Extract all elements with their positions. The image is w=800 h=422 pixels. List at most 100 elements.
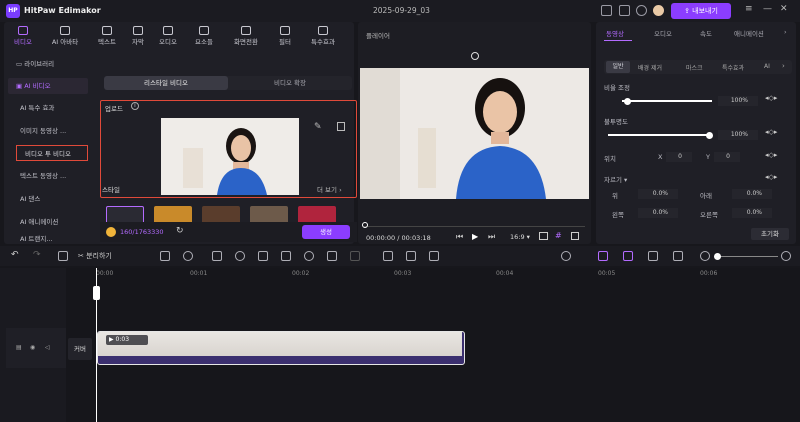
crop-bottom-value[interactable]: 0.0% — [732, 189, 772, 199]
tab-video-props[interactable]: 동영상 — [606, 28, 624, 38]
tab-audio[interactable]: 오디오 — [149, 24, 187, 48]
refresh-icon[interactable]: ↻ — [176, 226, 184, 236]
keyframe-icon[interactable]: ◂◇▸ — [765, 94, 777, 102]
sidebar-item-ai-effects[interactable]: AI 특수 효과 — [12, 100, 92, 116]
tab-audio-props[interactable]: 오디오 — [654, 28, 672, 38]
next-frame-icon[interactable]: ⏭ — [488, 232, 495, 242]
sidebar-item-library[interactable]: ▭ 라이브러리 — [8, 56, 88, 72]
fit-icon[interactable] — [673, 251, 683, 261]
generate-button[interactable]: 생성 — [302, 225, 350, 239]
freeze-icon[interactable] — [281, 251, 291, 261]
tab-video-expand[interactable]: 비디오 확장 — [228, 76, 352, 90]
menu-icon[interactable]: ≡ — [745, 4, 753, 14]
delete-icon[interactable] — [337, 122, 345, 131]
sidebar-item-ai-dance[interactable]: AI 댄스 — [12, 191, 92, 207]
subtab-general[interactable]: 일반 — [606, 61, 630, 73]
crop-right-value[interactable]: 0.0% — [732, 208, 772, 218]
sidebar-item-video-to-video[interactable]: 비디오 투 비디오 — [16, 145, 88, 161]
sidebar-item-ai-transition[interactable]: AI 트랜지... — [12, 234, 92, 244]
zoom-in-icon[interactable] — [781, 251, 791, 261]
tab-effects[interactable]: 특수효과 — [304, 24, 342, 48]
grid-icon[interactable]: # — [555, 231, 562, 240]
sidebar-item-text-to-video[interactable]: 텍스트 동영상 ... — [12, 168, 92, 184]
track-visibility-icon[interactable]: ▤ — [16, 344, 22, 351]
split-button[interactable]: ✂ 분리하기 — [78, 251, 112, 261]
feedback-icon[interactable] — [601, 5, 612, 16]
sidebar-item-ai-animation[interactable]: AI 애니메이션 — [12, 214, 92, 230]
video-preview[interactable] — [360, 68, 589, 199]
play-icon[interactable]: ▶ — [472, 232, 478, 241]
see-more-link[interactable]: 더 보기 › — [317, 184, 342, 194]
opacity-slider[interactable] — [608, 131, 713, 139]
fullscreen-icon[interactable] — [571, 232, 579, 240]
mic-icon[interactable] — [561, 251, 571, 261]
close-icon[interactable]: ✕ — [780, 4, 788, 14]
undo-icon[interactable]: ↶ — [11, 250, 19, 260]
subtab-mask[interactable]: 마스크 — [686, 63, 703, 72]
video-clip[interactable]: ▶ 0:03 — [97, 331, 465, 365]
download-icon[interactable] — [636, 5, 647, 16]
progress-knob[interactable] — [362, 222, 368, 228]
info-icon[interactable]: i — [131, 102, 139, 110]
chevron-right-icon[interactable]: › — [782, 62, 785, 70]
export-button[interactable]: ⇪ 내보내기 — [671, 3, 731, 19]
tab-filter[interactable]: 필터 — [266, 24, 304, 48]
tab-transitions[interactable]: 화면전환 — [224, 24, 268, 48]
record-icon[interactable] — [383, 251, 393, 261]
scale-slider-knob[interactable] — [624, 97, 631, 105]
crop-icon[interactable] — [258, 251, 268, 261]
screenshot-icon[interactable] — [406, 251, 416, 261]
rotate-icon[interactable] — [471, 52, 479, 60]
prev-frame-icon[interactable]: ⏮ — [456, 232, 463, 242]
zoom-slider-knob[interactable] — [714, 253, 721, 260]
snapshot-icon[interactable] — [539, 232, 548, 240]
crop-top-value[interactable]: 0.0% — [638, 189, 678, 199]
redo-icon[interactable]: ↷ — [33, 250, 41, 260]
progress-track[interactable] — [364, 226, 585, 227]
tab-video[interactable]: 비디오 — [4, 24, 42, 48]
keyframe-icon[interactable]: ◂◇▸ — [765, 128, 777, 136]
avatar[interactable] — [653, 5, 664, 16]
opacity-slider-knob[interactable] — [706, 131, 713, 139]
speed-icon[interactable] — [235, 251, 245, 261]
transform-icon[interactable] — [350, 251, 360, 261]
reverse-icon[interactable] — [304, 251, 314, 261]
tab-animation[interactable]: 애니메이션 — [734, 28, 764, 38]
tab-restyle-video[interactable]: 리스타일 비디오 — [104, 76, 228, 90]
timeline-ruler[interactable]: 00:00 00:01 00:02 00:03 00:04 00:05 00:0… — [96, 268, 800, 282]
scale-slider[interactable] — [622, 97, 712, 105]
zoom-slider[interactable] — [714, 256, 778, 257]
edit-icon[interactable]: ✎ — [314, 122, 322, 132]
opacity-value[interactable]: 100% — [718, 130, 758, 140]
sidebar-item-ai-video[interactable]: ▣ AI 비디오 — [8, 78, 88, 94]
magnet-icon[interactable] — [623, 251, 633, 261]
subtab-bg-remove[interactable]: 배경 제거 — [638, 63, 662, 72]
zoom-out-icon[interactable] — [700, 251, 710, 261]
cover-button[interactable]: 커버 — [68, 338, 92, 360]
marker-icon[interactable] — [160, 251, 170, 261]
snap-icon[interactable] — [648, 251, 658, 261]
keyframe-icon[interactable]: ◂◇▸ — [765, 173, 777, 181]
delete-icon[interactable] — [58, 251, 68, 261]
aspect-ratio-select[interactable]: 16:9 ▾ — [510, 233, 530, 241]
chevron-right-icon[interactable]: › — [784, 28, 787, 36]
scale-value[interactable]: 100% — [718, 96, 758, 106]
mirror-icon[interactable] — [327, 251, 337, 261]
crop-left-value[interactable]: 0.0% — [638, 208, 678, 218]
keyframe-icon[interactable]: ◂◇▸ — [765, 151, 777, 159]
subtab-ai[interactable]: AI — [764, 63, 770, 70]
reset-button[interactable]: 초기화 — [751, 228, 789, 240]
minimize-icon[interactable]: — — [763, 4, 772, 14]
playhead-handle[interactable] — [93, 286, 100, 300]
subtab-effects[interactable]: 특수효과 — [722, 63, 744, 72]
x-value[interactable]: 0 — [666, 152, 692, 162]
link-icon[interactable] — [598, 251, 608, 261]
sidebar-item-image-to-video[interactable]: 이미지 동영상 ... — [12, 123, 92, 139]
trim-icon[interactable] — [212, 251, 222, 261]
text-tool-icon[interactable] — [183, 251, 193, 261]
track-mute-icon[interactable]: ◁ — [45, 344, 50, 351]
tab-ai-avatar[interactable]: AI 아바타 — [42, 24, 88, 48]
replace-icon[interactable] — [429, 251, 439, 261]
y-value[interactable]: 0 — [714, 152, 740, 162]
tab-elements[interactable]: 요소들 — [185, 24, 223, 48]
